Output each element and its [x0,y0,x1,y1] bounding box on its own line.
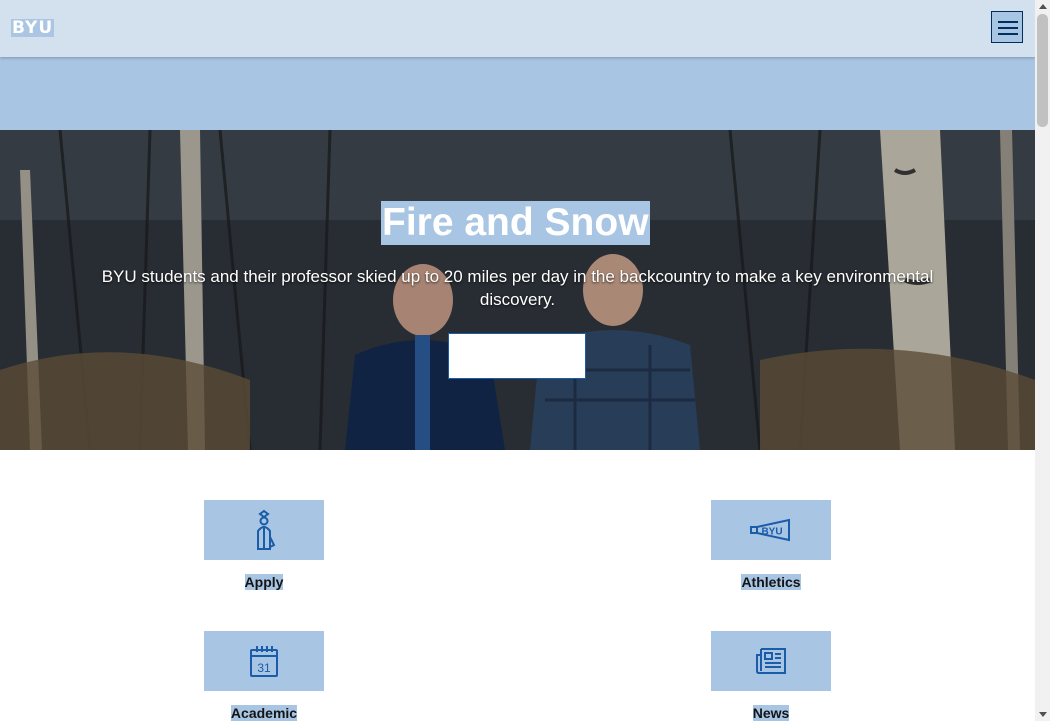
academic-tile[interactable]: 31 Academic [204,631,324,721]
athletics-tile[interactable]: BYU Athletics [711,500,831,590]
megaphone-icon: BYU [750,518,790,542]
site-header: BYU [0,0,1035,57]
athletics-link[interactable]: BYU [711,500,831,560]
news-label: News [752,705,790,721]
apply-link[interactable] [204,500,324,560]
svg-text:31: 31 [257,661,271,675]
hero-cta-button[interactable] [448,333,586,379]
academic-link[interactable]: 31 [204,631,324,691]
hamburger-icon [998,21,1018,23]
academic-label: Academic [230,705,298,721]
scrollbar-thumb[interactable] [1037,14,1048,127]
scroll-down-icon[interactable] [1039,712,1047,717]
hero-description: BYU students and their professor skied u… [101,267,934,309]
svg-text:BYU: BYU [761,527,782,538]
apply-tile[interactable]: Apply [204,500,324,590]
secondary-nav-bar [0,57,1035,130]
hero-title: Fire and Snow [381,201,650,245]
menu-button[interactable] [991,11,1023,43]
apply-label: Apply [244,574,284,590]
scroll-up-icon[interactable] [1039,4,1047,9]
byu-logo[interactable]: BYU [11,19,55,37]
calendar-icon: 31 [250,646,278,677]
news-link[interactable] [711,631,831,691]
news-tile[interactable]: News [711,631,831,721]
graduate-icon [257,509,276,550]
page: BYU Fire and Snow BYU students and their… [0,0,1035,721]
newspaper-icon [756,648,786,674]
athletics-label: Athletics [741,574,801,590]
page-scrollbar[interactable] [1035,0,1050,721]
